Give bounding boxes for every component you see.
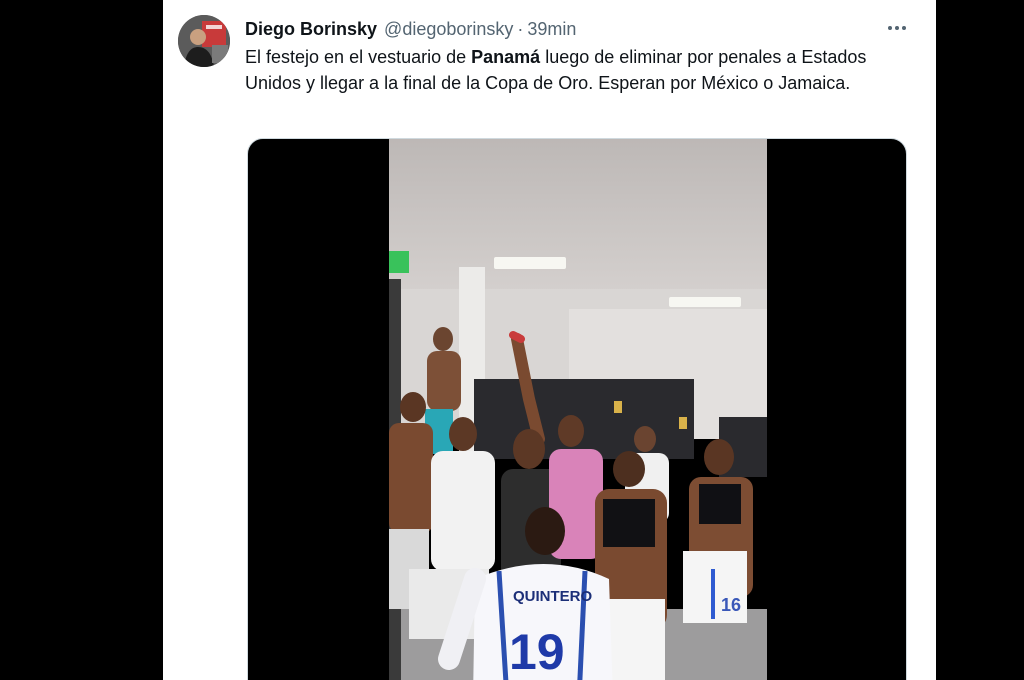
- avatar[interactable]: [178, 15, 230, 67]
- video-frame: 16 QUINTERO 19: [389, 139, 767, 680]
- author-name[interactable]: Diego Borinsky: [245, 19, 377, 39]
- separator-dot: ·: [517, 19, 524, 39]
- more-button[interactable]: [883, 16, 911, 40]
- tweet-text-start: El festejo en el vestuario de: [245, 47, 472, 67]
- shorts-number: 16: [721, 595, 741, 615]
- video-player[interactable]: 16 QUINTERO 19: [247, 138, 907, 680]
- tweet-text: El festejo en el vestuario de Panamá lue…: [245, 44, 905, 96]
- right-black-margin: [936, 0, 1024, 680]
- jersey-number: 19: [509, 624, 565, 680]
- tweet-text-bold: Panamá: [471, 47, 541, 67]
- tweet-header: Diego Borinsky @diegoborinsky · 39min: [245, 18, 576, 40]
- tweet-card[interactable]: Diego Borinsky @diegoborinsky · 39min El f…: [163, 0, 936, 680]
- tweet-time[interactable]: 39min: [527, 19, 576, 39]
- author-handle[interactable]: @diegoborinsky: [384, 19, 513, 39]
- locker-room-video-still: 16 QUINTERO 19: [389, 139, 767, 680]
- more-horizontal-icon: [888, 26, 906, 30]
- left-black-margin: [0, 0, 163, 680]
- jersey-name: QUINTERO: [513, 588, 593, 605]
